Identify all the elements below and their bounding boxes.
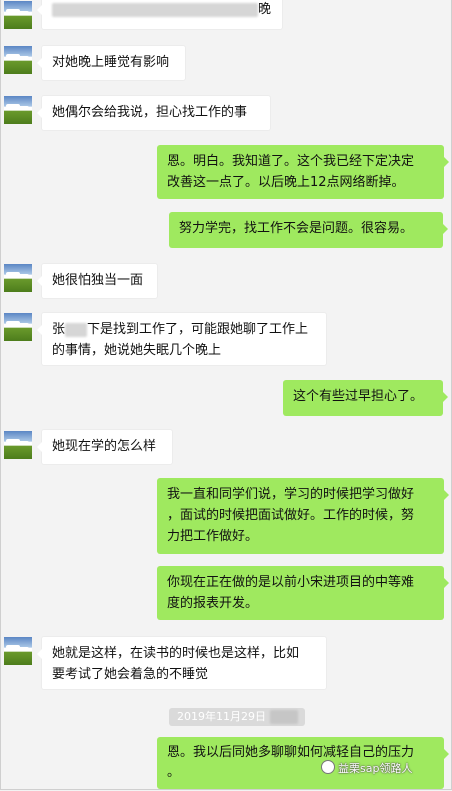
message-text: 她偶尔会给我说，担心找工作的事 xyxy=(52,105,248,120)
incoming-message: 她偶尔会给我说，担心找工作的事 xyxy=(37,95,271,131)
outgoing-message: 这个有些过早担心了。 xyxy=(283,380,448,416)
contact-avatar[interactable] xyxy=(4,96,32,124)
incoming-message: 张 下是找到工作了，可能跟她聊了工作上 的事情，她说她失眠几个晚上 xyxy=(37,312,327,366)
contact-avatar[interactable] xyxy=(4,46,32,74)
message-text: 这个有些过早担心了。 xyxy=(293,389,424,404)
message-line: 你现在正在做的是以前小宋进项目的中等难 xyxy=(167,575,415,590)
wechat-logo-icon xyxy=(321,760,335,774)
message-text: 她现在学的怎么样 xyxy=(52,439,157,454)
contact-avatar[interactable] xyxy=(4,431,32,459)
watermark: 益栗sap领路人 xyxy=(321,760,412,776)
contact-avatar[interactable] xyxy=(4,313,32,341)
contact-avatar[interactable] xyxy=(4,264,32,292)
message-line: ，面试的时候把面试做好。工作的时候，努 xyxy=(167,508,415,523)
outgoing-message: 努力学完，找工作不会是问题。很容易。 xyxy=(169,212,448,248)
message-text: 晚 xyxy=(258,2,272,17)
message-text: 张 xyxy=(52,322,66,337)
message-line: 恩。明白。我知道了。这个我已经下定决定 xyxy=(167,154,415,169)
outgoing-message: 我一直和同学们说，学习的时候把学习做好 ，面试的时候把面试做好。工作的时候，努 … xyxy=(157,478,449,554)
watermark-text: 益栗sap领路人 xyxy=(338,762,413,775)
redacted-text xyxy=(52,2,258,17)
message-text: 努力学完，找工作不会是问题。很容易。 xyxy=(179,221,414,236)
contact-avatar[interactable] xyxy=(4,1,32,29)
message-line: 的事情，她说她失眠几个晚上 xyxy=(52,343,222,358)
incoming-message: 她很怕独当一面 xyxy=(37,263,158,299)
message-line: 力把工作做好。 xyxy=(167,529,259,544)
outgoing-message: 恩。明白。我知道了。这个我已经下定决定 改善这一点了。以后晚上12点网络断掉。 xyxy=(157,145,449,199)
timestamp-text: 2019年11月29日 xyxy=(177,710,266,723)
message-line: 要考试了她会着急的不睡觉 xyxy=(52,667,209,682)
chat-window: 晚 对她晚上睡觉有影响 她偶尔会给我说，担心找工作的事 恩。明白。我知道了。这个… xyxy=(0,0,452,790)
redacted-time xyxy=(270,710,298,724)
message-line: 改善这一点了。以后晚上12点网络断掉。 xyxy=(167,175,405,190)
message-line: 我一直和同学们说，学习的时候把学习做好 xyxy=(167,487,415,502)
message-line: 她就是这样，在读书的时候也是这样，比如 xyxy=(52,646,300,661)
incoming-message: 晚 xyxy=(37,0,283,30)
outgoing-message: 你现在正在做的是以前小宋进项目的中等难 度的报表开发。 xyxy=(157,566,449,620)
redacted-name xyxy=(65,322,88,337)
timestamp: 2019年11月29日 xyxy=(169,708,305,726)
message-text: 对她晚上睡觉有影响 xyxy=(52,55,170,70)
message-line: 度的报表开发。 xyxy=(167,596,259,611)
incoming-message: 她现在学的怎么样 xyxy=(37,429,173,465)
incoming-message: 她就是这样，在读书的时候也是这样，比如 要考试了她会着急的不睡觉 xyxy=(37,636,327,690)
contact-avatar[interactable] xyxy=(4,637,32,665)
incoming-message: 对她晚上睡觉有影响 xyxy=(37,45,186,81)
message-text: 下是找到工作了，可能跟她聊了工作上 xyxy=(87,322,309,337)
message-text: 她很怕独当一面 xyxy=(52,273,144,288)
